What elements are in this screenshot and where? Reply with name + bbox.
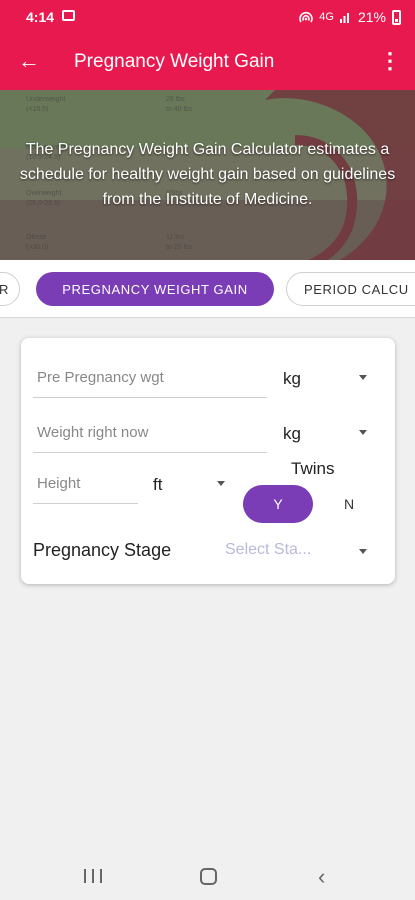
page-title: Pregnancy Weight Gain xyxy=(74,51,275,72)
pre-weight-unit-value: kg xyxy=(283,369,301,388)
height-unit-value: ft xyxy=(153,475,163,494)
pre-pregnancy-weight-field xyxy=(33,362,267,398)
gallery-icon xyxy=(62,10,75,21)
input-card: kg kg ft Twins Y N Pregnancy Stage Selec… xyxy=(21,338,395,584)
status-time: 4:14 xyxy=(26,9,55,25)
twins-no-button[interactable]: N xyxy=(331,485,367,523)
hero-banner: Underweight (<18.5) 28 lbs to 40 lbs Nor… xyxy=(0,90,415,260)
back-icon[interactable]: ‹ xyxy=(318,864,325,890)
recents-icon[interactable] xyxy=(84,869,102,883)
current-weight-unit-select[interactable]: kg xyxy=(283,421,367,447)
twins-yes-button[interactable]: Y xyxy=(243,485,313,523)
status-bar: 4:14 4G 21% xyxy=(0,0,415,34)
chevron-down-icon xyxy=(359,375,367,380)
tab-pregnancy-weight-gain[interactable]: PREGNANCY WEIGHT GAIN xyxy=(36,272,274,306)
height-input[interactable] xyxy=(33,468,138,498)
recents-bar xyxy=(92,869,94,883)
back-arrow-icon[interactable]: ← xyxy=(18,48,40,74)
chevron-down-icon xyxy=(359,430,367,435)
chevron-down-icon xyxy=(359,549,367,554)
hotspot-icon xyxy=(299,11,314,23)
pre-weight-unit-select[interactable]: kg xyxy=(283,366,367,392)
app-bar: ← Pregnancy Weight Gain ⋮ xyxy=(0,34,415,90)
current-weight-input[interactable] xyxy=(33,417,267,447)
system-nav-bar: ‹ xyxy=(0,850,415,900)
battery-icon xyxy=(392,9,401,25)
signal-icon xyxy=(339,13,349,23)
tab-period-calculator[interactable]: PERIOD CALCU xyxy=(286,272,415,306)
pregnancy-stage-select[interactable]: Select Sta... xyxy=(225,541,367,565)
height-unit-select[interactable]: ft xyxy=(153,472,225,498)
home-icon[interactable] xyxy=(200,868,217,885)
more-options-icon[interactable]: ⋮ xyxy=(379,48,401,74)
height-field xyxy=(33,468,138,504)
battery-percent: 21% xyxy=(357,9,386,25)
pre-pregnancy-weight-input[interactable] xyxy=(33,362,267,392)
network-type: 4G xyxy=(319,11,334,23)
pregnancy-stage-placeholder: Select Sta... xyxy=(225,541,312,558)
hero-description: The Pregnancy Weight Gain Calculator est… xyxy=(19,141,396,208)
recents-bar xyxy=(84,869,86,883)
status-icons: 4G 21% xyxy=(299,9,401,25)
current-weight-field xyxy=(33,417,267,453)
tab-previous[interactable]: R xyxy=(0,272,20,306)
chevron-down-icon xyxy=(217,481,225,486)
calculator-tabs: R PREGNANCY WEIGHT GAIN PERIOD CALCU xyxy=(0,260,415,318)
twins-label: Twins xyxy=(291,459,335,478)
recents-bar xyxy=(100,869,102,883)
current-weight-unit-value: kg xyxy=(283,424,301,443)
pregnancy-stage-label: Pregnancy Stage xyxy=(33,540,172,560)
